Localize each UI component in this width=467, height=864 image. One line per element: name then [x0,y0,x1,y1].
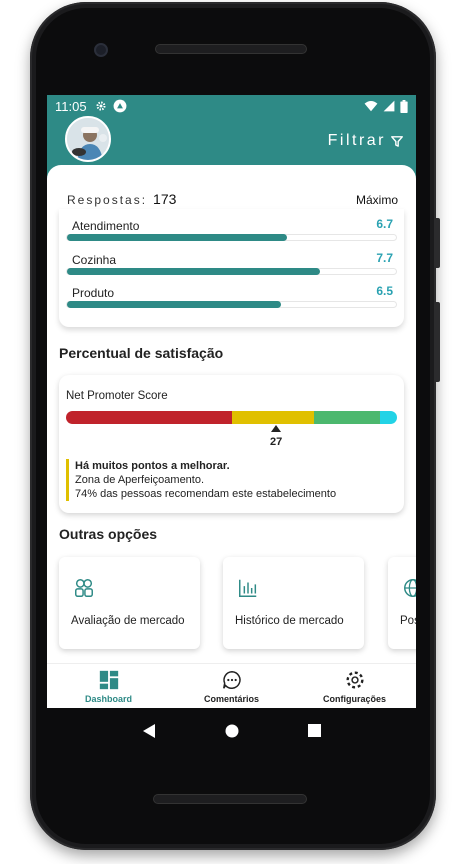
nav-settings[interactable]: Configurações [293,664,416,708]
responses-count: 173 [153,191,177,207]
responses-label: Respostas: [67,193,148,207]
metric-fill [67,301,281,308]
bottom-speaker [153,794,307,804]
nps-gauge [66,411,397,424]
nav-label: Configurações [322,694,386,704]
app-bar: Filtrar [47,116,416,165]
recents-icon[interactable] [308,724,322,737]
metric-label: Produto [72,286,115,300]
metric-fill [67,268,321,275]
metric-produto: Produto 6.5 [66,284,397,308]
metrics-card: Atendimento 6.7 Cozinha 7.7 Produto 6.5 [59,209,404,327]
content-scroll[interactable]: Respostas: 173 Máximo Atendimento 6.7 Co… [47,165,416,663]
funnel-icon [391,135,403,147]
metric-value: 7.7 [376,251,393,265]
nps-segment [231,411,315,424]
bar-chart-icon [239,579,257,597]
metric-value: 6.5 [376,284,393,298]
avatar-image [67,118,109,160]
metric-track [66,301,397,308]
max-toggle[interactable]: Máximo [356,193,398,207]
option-label: Pos [400,615,416,627]
top-speaker [155,44,307,54]
nav-comments[interactable]: Comentários [170,664,293,708]
nps-message-title: Há muitos pontos a melhorar. [75,460,230,472]
avatar[interactable] [65,116,111,162]
metric-atendimento: Atendimento 6.7 [66,217,397,241]
nps-segment [66,411,232,424]
nps-marker-icon [271,425,282,432]
responses-row: Respostas: 173 Máximo [67,191,398,207]
users-icon [75,579,93,597]
option-market-history[interactable]: Histórico de mercado [223,557,364,649]
metric-track [66,234,397,241]
battery-icon [400,99,408,113]
gear-icon [96,101,106,111]
settings-icon [345,671,364,689]
filter-label: Filtrar [327,132,386,149]
status-time: 11:05 [55,98,87,114]
metric-label: Atendimento [72,219,140,233]
nav-label: Dashboard [84,694,132,704]
app-screen: 11:05 Filtrar Respostas: 173 Máximo Aten… [47,95,416,708]
android-icon [113,99,126,113]
volume-button [434,218,440,268]
nps-title: Net Promoter Score [66,390,168,402]
option-market-evaluation[interactable]: Avaliação de mercado [59,557,200,649]
satisfaction-title: Percentual de satisfação [59,345,224,361]
nps-message-detail: 74% das pessoas recomendam este estabele… [75,488,337,500]
option-label: Avaliação de mercado [71,615,185,627]
nav-dashboard[interactable]: Dashboard [47,664,170,708]
metric-label: Cozinha [72,253,117,267]
globe-icon [404,579,416,597]
nps-segment [380,411,397,424]
status-bar: 11:05 [47,95,416,117]
option-label: Histórico de mercado [235,615,344,627]
signal-icon [383,100,395,112]
nps-message: Há muitos pontos a melhorar. Zona de Ape… [66,459,336,501]
wifi-icon [364,101,378,112]
metric-track [66,268,397,275]
nps-card: Net Promoter Score 27 Há muitos pontos a… [59,375,404,513]
chat-icon [222,671,241,689]
metric-cozinha: Cozinha 7.7 [66,251,397,275]
back-icon[interactable] [142,723,156,739]
home-icon[interactable] [225,724,239,738]
options-carousel[interactable]: Avaliação de mercado Histórico de mercad… [47,557,416,653]
metric-value: 6.7 [376,217,393,231]
dashboard-icon [99,670,118,690]
bottom-nav: Dashboard Comentários Configurações [47,663,416,708]
nps-score: 27 [270,436,283,448]
front-camera [94,43,108,57]
nps-segment [314,411,381,424]
option-partial[interactable]: Pos [388,557,416,649]
power-button [434,302,440,382]
nav-label: Comentários [203,694,259,704]
system-nav [47,708,416,753]
content-area: Respostas: 173 Máximo Atendimento 6.7 Co… [47,165,416,663]
nps-message-zone: Zona de Aperfeiçoamento. [75,474,205,486]
metric-fill [67,234,288,241]
options-title: Outras opções [59,526,158,542]
filter-button[interactable]: Filtrar [328,132,404,150]
